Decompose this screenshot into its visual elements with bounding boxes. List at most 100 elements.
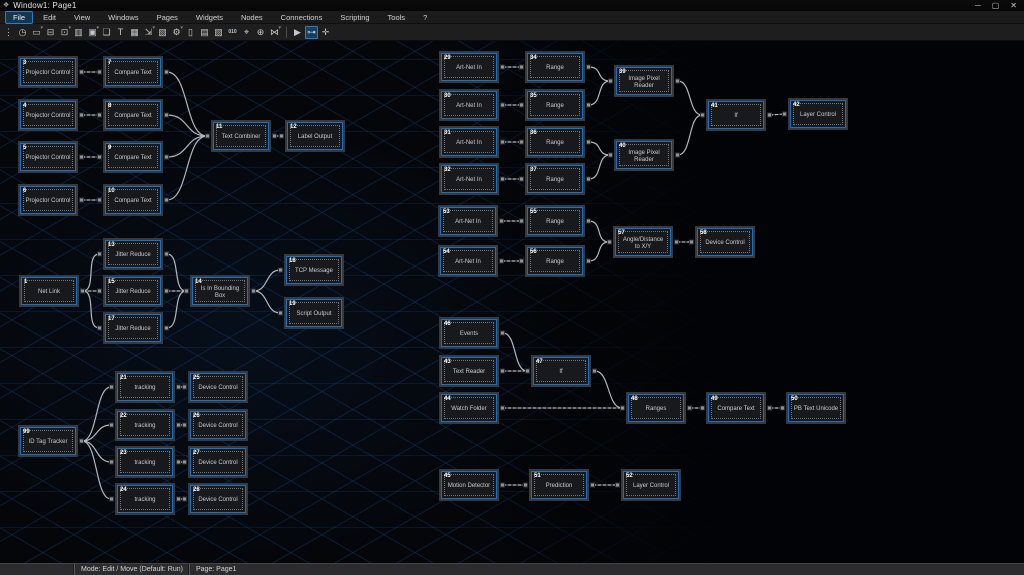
menu-item-help[interactable]: ?	[415, 11, 435, 24]
input-port[interactable]	[97, 113, 102, 118]
node-21[interactable]: 21tracking	[117, 373, 173, 401]
input-port[interactable]	[182, 385, 187, 390]
input-port[interactable]	[700, 406, 705, 411]
output-port[interactable]	[500, 103, 505, 108]
output-port[interactable]	[164, 326, 169, 331]
node-48[interactable]: 48Ranges	[628, 394, 684, 422]
node-43[interactable]: 43Text Reader	[441, 357, 497, 385]
node-54[interactable]: 54Art-Net In	[440, 247, 496, 275]
toolbar-new-file-button[interactable]: ▯	[184, 26, 197, 39]
output-port[interactable]	[80, 289, 85, 294]
menu-item-pages[interactable]: Pages	[149, 11, 186, 24]
node-42[interactable]: 42Layer Control	[790, 100, 846, 128]
node-53[interactable]: 53Art-Net In	[440, 207, 496, 235]
input-port[interactable]	[97, 198, 102, 203]
node-25[interactable]: 25Device Control	[190, 373, 246, 401]
node-3[interactable]: 3Projector Control	[20, 58, 76, 86]
output-port[interactable]	[79, 198, 84, 203]
node-31[interactable]: 31Art-Net In	[441, 128, 497, 156]
node-13[interactable]: 13Jitter Reduce	[105, 240, 161, 268]
input-port[interactable]	[109, 423, 114, 428]
toolbar-button-button[interactable]: ▣▾	[86, 26, 99, 39]
output-port[interactable]	[164, 70, 169, 75]
toolbar-slider-button[interactable]: ⊟	[44, 26, 57, 39]
node-18[interactable]: 18TCP Message	[286, 256, 342, 284]
output-port[interactable]	[687, 406, 692, 411]
wire[interactable]	[589, 155, 610, 179]
node-17[interactable]: 17Jitter Reduce	[105, 314, 161, 342]
wire[interactable]	[589, 67, 610, 81]
wire[interactable]	[167, 291, 186, 328]
output-port[interactable]	[500, 483, 505, 488]
toolbar-node-graph-button[interactable]: ⋈▾	[268, 26, 281, 39]
toolbar-meter-button[interactable]: ▥	[72, 26, 85, 39]
toolbar-grid-button[interactable]: ▦	[128, 26, 141, 39]
input-port[interactable]	[278, 311, 283, 316]
menu-item-edit[interactable]: Edit	[35, 11, 64, 24]
node-23[interactable]: 23tracking	[117, 448, 173, 476]
toolbar-image-button[interactable]: ▧	[156, 26, 169, 39]
node-41[interactable]: 41If	[708, 101, 764, 129]
toolbar-frame-button[interactable]: ❏	[100, 26, 113, 39]
output-port[interactable]	[586, 177, 591, 182]
node-36[interactable]: 36Range	[527, 128, 583, 156]
output-port[interactable]	[499, 219, 504, 224]
input-port[interactable]	[97, 289, 102, 294]
input-port[interactable]	[689, 240, 694, 245]
input-port[interactable]	[608, 79, 613, 84]
node-7[interactable]: 7Compare Text	[105, 58, 161, 86]
output-port[interactable]	[500, 406, 505, 411]
input-port[interactable]	[205, 134, 210, 139]
output-port[interactable]	[675, 79, 680, 84]
node-11[interactable]: 11Text Combiner	[213, 122, 269, 150]
input-port[interactable]	[525, 369, 530, 374]
menu-item-nodes[interactable]: Nodes	[233, 11, 271, 24]
toolbar-cursor-button[interactable]: ⌖	[240, 26, 253, 39]
toolbar-widget-rect-button[interactable]: ▭▾	[30, 26, 43, 39]
wire[interactable]	[167, 254, 186, 291]
input-port[interactable]	[182, 497, 187, 502]
node-35[interactable]: 35Range	[527, 91, 583, 119]
input-port[interactable]	[523, 483, 528, 488]
output-port[interactable]	[767, 113, 772, 118]
node-34[interactable]: 34Range	[527, 53, 583, 81]
menu-item-view[interactable]: View	[66, 11, 98, 24]
output-port[interactable]	[500, 331, 505, 336]
output-port[interactable]	[767, 406, 772, 411]
toolbar-move-button[interactable]: ✛	[319, 26, 332, 39]
toolbar-globe-button[interactable]: ⊕	[254, 26, 267, 39]
output-port[interactable]	[586, 65, 591, 70]
toolbar-scale-button[interactable]: ⇲▾	[142, 26, 155, 39]
node-32[interactable]: 32Art-Net In	[441, 165, 497, 193]
wire[interactable]	[589, 142, 610, 155]
output-port[interactable]	[592, 369, 597, 374]
input-port[interactable]	[607, 240, 612, 245]
node-6[interactable]: 6Projector Control	[20, 186, 76, 214]
wire[interactable]	[254, 291, 280, 313]
output-port[interactable]	[590, 483, 595, 488]
input-port[interactable]	[109, 497, 114, 502]
node-1[interactable]: 1Net Link	[21, 277, 77, 305]
output-port[interactable]	[79, 70, 84, 75]
input-port[interactable]	[615, 483, 620, 488]
node-22[interactable]: 22tracking	[117, 411, 173, 439]
wire[interactable]	[589, 81, 610, 105]
node-8[interactable]: 8Compare Text	[105, 101, 161, 129]
node-15[interactable]: 15Jitter Reduce	[105, 277, 161, 305]
node-99[interactable]: 99ID Tag Tracker	[20, 427, 76, 455]
node-canvas[interactable]: 3Projector Control7Compare Text4Projecto…	[0, 41, 1024, 563]
output-port[interactable]	[499, 259, 504, 264]
node-45[interactable]: 45Motion Detector	[441, 471, 497, 499]
input-port[interactable]	[279, 134, 284, 139]
wire[interactable]	[254, 270, 280, 291]
input-port[interactable]	[519, 219, 524, 224]
node-57[interactable]: 57Angle/Distance to X/Y	[615, 228, 671, 256]
wire[interactable]	[82, 425, 111, 441]
input-port[interactable]	[109, 460, 114, 465]
input-port[interactable]	[700, 113, 705, 118]
wire[interactable]	[82, 441, 111, 462]
toolbar-node-mode-button[interactable]: ⊶	[305, 26, 318, 39]
node-26[interactable]: 26Device Control	[190, 411, 246, 439]
node-44[interactable]: 44Watch Folder	[441, 394, 497, 422]
node-10[interactable]: 10Compare Text	[105, 186, 161, 214]
